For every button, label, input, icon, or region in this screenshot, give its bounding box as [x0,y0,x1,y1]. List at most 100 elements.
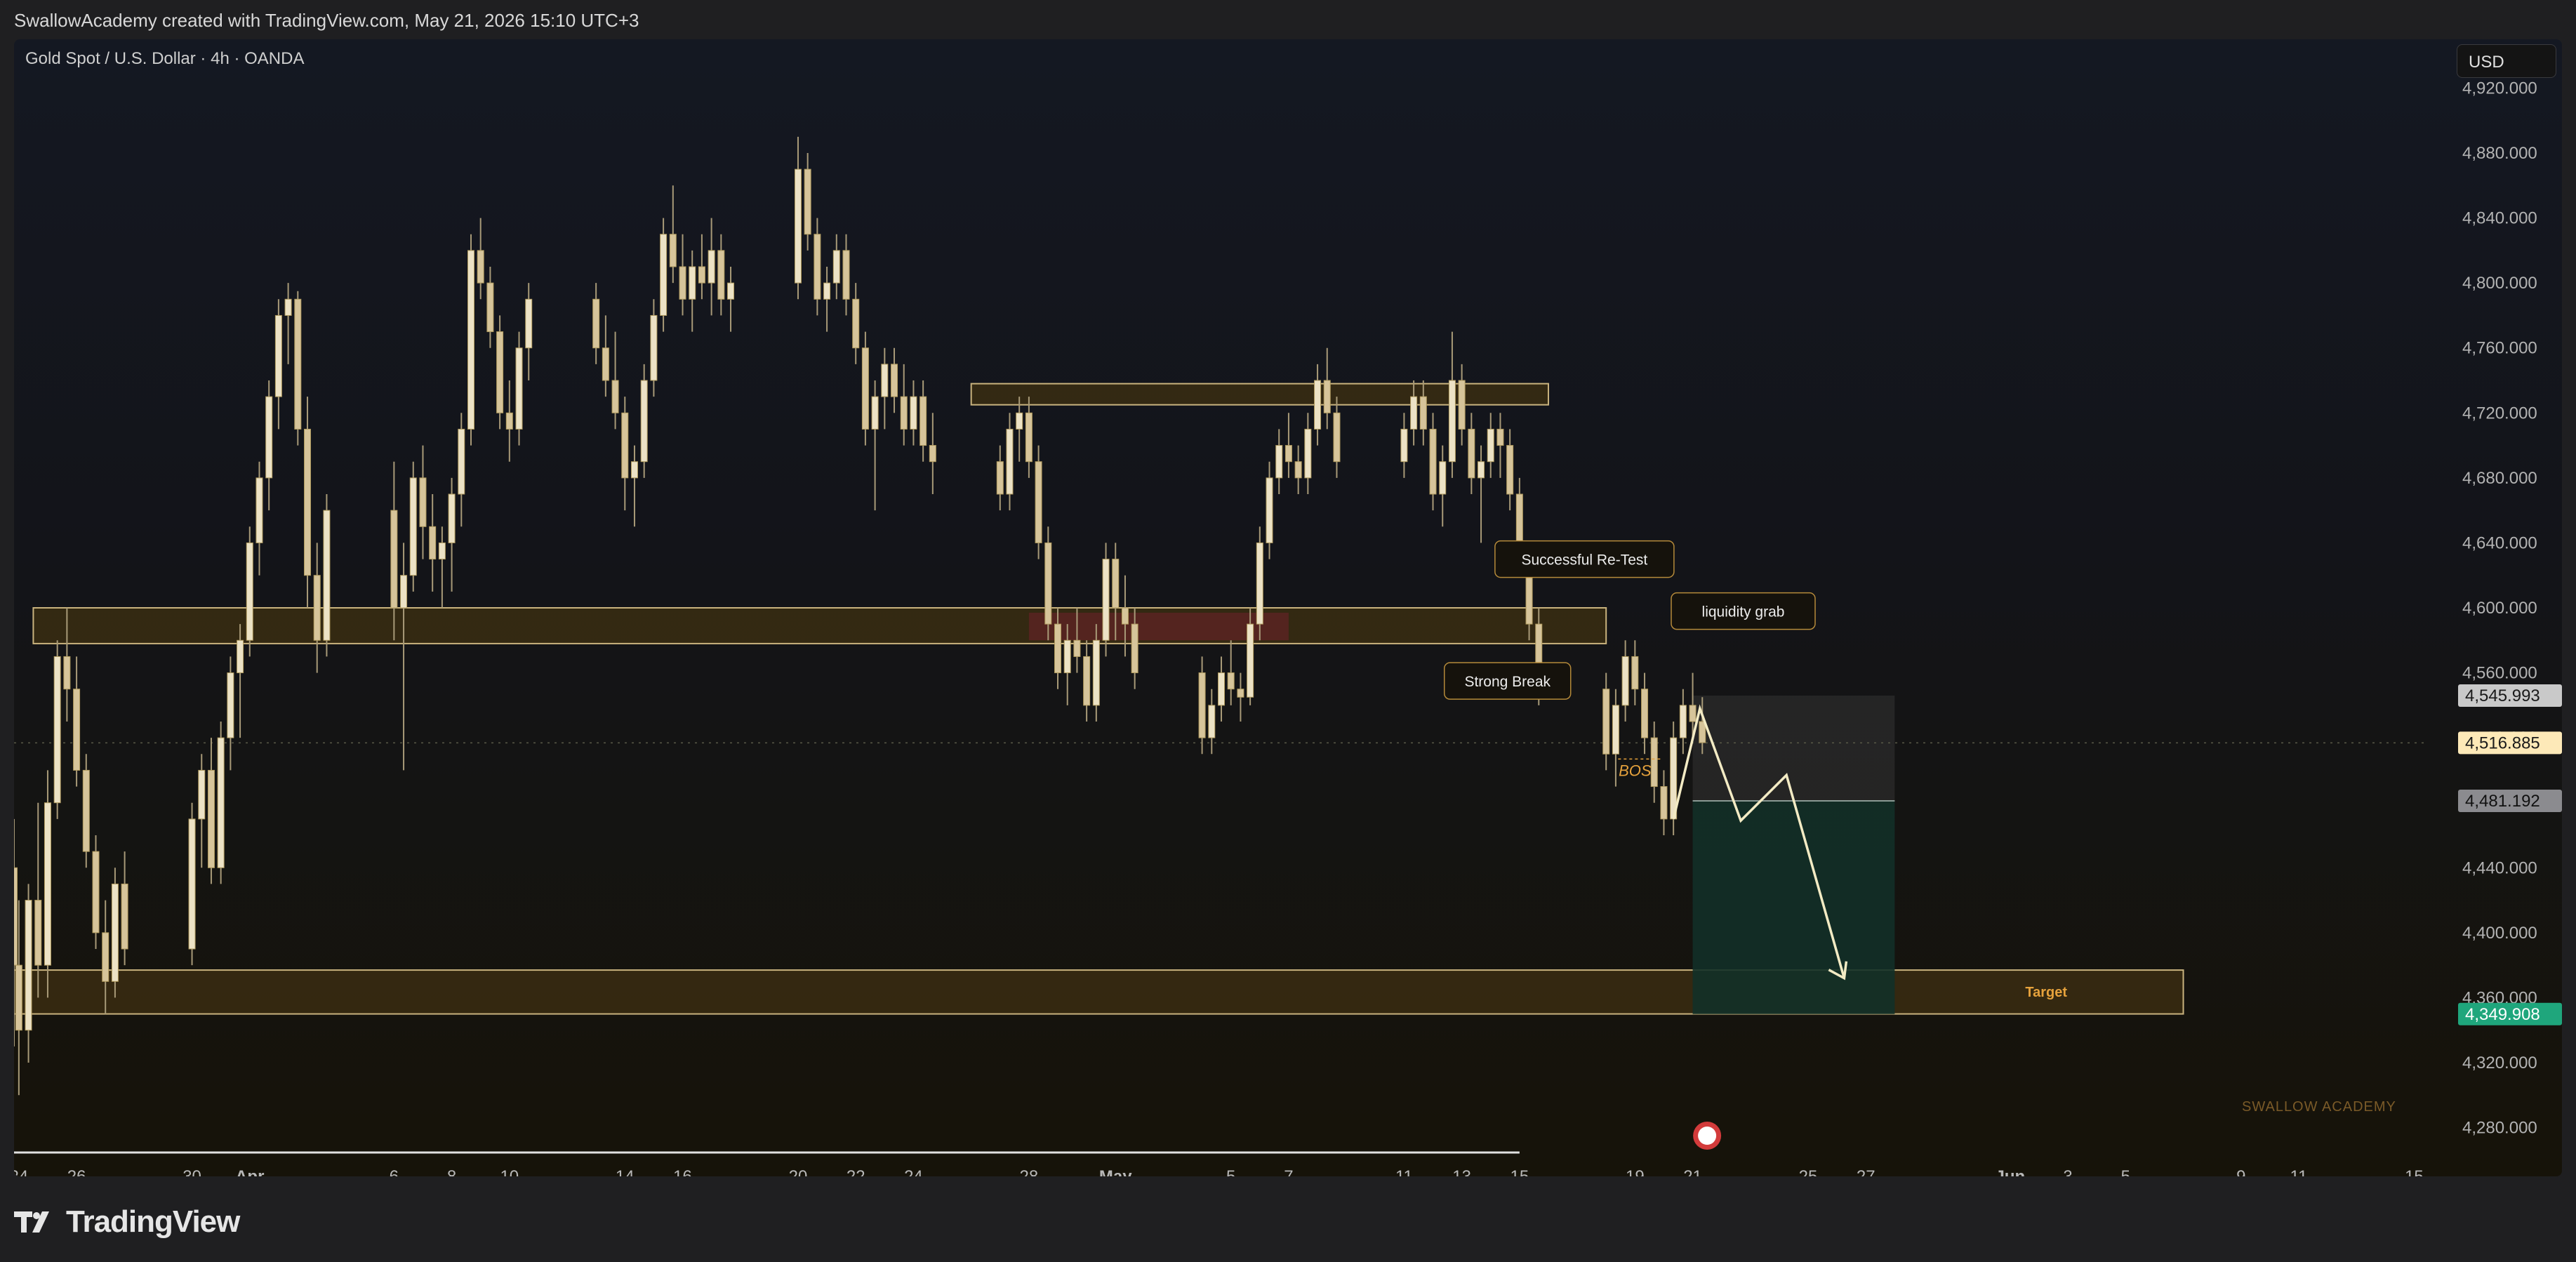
tradingview-brand: TradingView [66,1204,240,1239]
candle-body [1641,689,1649,738]
y-tick-label: 4,920.000 [2462,79,2537,98]
us-flag-icon-inner [1698,1127,1717,1145]
candle-body [1102,559,1110,641]
candle-body [1468,428,1475,479]
y-tick-label: 4,880.000 [2462,144,2537,163]
candle-body [871,396,879,430]
candle-body [861,347,869,430]
candle-body [188,818,196,950]
candle-body [1612,705,1619,755]
candle-body [227,672,234,738]
x-tick-label: 26 [67,1167,86,1176]
symbol-title[interactable]: Gold Spot / U.S. Dollar · 4h · OANDA [25,49,304,69]
attribution-bar: SwallowAcademy created with TradingView.… [0,0,2576,39]
candle-body [217,737,225,868]
tradingview-logo[interactable]: TradingView [14,1204,240,1240]
candle-body [1266,477,1273,543]
x-tick-label: 28 [1020,1167,1039,1176]
candle-body [467,250,474,430]
x-tick-label: 24 [904,1167,923,1176]
x-tick-label: 13 [1452,1167,1471,1176]
candle-body [207,769,215,868]
candle-body [486,282,494,333]
candle-body [669,234,677,267]
candle-body [814,234,821,300]
candle-body [689,266,696,300]
candle-body [390,510,398,609]
candle-body [1689,705,1697,722]
currency-button[interactable]: USD [2457,44,2556,78]
candle-body [1083,656,1091,706]
watermark: SWALLOW ACADEMY [2242,1099,2396,1115]
candle-body [900,396,908,430]
candle-body [602,347,609,381]
x-tick-label: 15 [2405,1167,2424,1176]
candle-body [1419,396,1427,430]
y-tick-label: 4,680.000 [2462,469,2537,488]
middle-zone [32,607,1607,644]
candle-body [1439,461,1447,495]
candle-body [1198,672,1206,738]
candle-body [294,298,302,430]
footer-bar: TradingView [0,1176,2576,1262]
price-label: 4,545.993 [2465,686,2540,705]
candle-body [1487,428,1494,463]
x-tick-label: 5 [2121,1167,2130,1176]
candle-body [1063,639,1071,674]
y-tick-label: 4,760.000 [2462,339,2537,358]
candle-body [996,461,1004,495]
candle-body [881,364,889,397]
x-tick-label: Jun [1995,1167,2025,1176]
candle-body [323,510,331,641]
chart-panel[interactable]: Successful Re-Test Strong Break liquidity … [14,39,2562,1176]
candle-body [92,851,100,934]
price-chart[interactable]: Successful Re-Test Strong Break liquidity … [14,39,2562,1176]
candle-body [1400,428,1408,463]
candle-body [477,250,484,284]
x-tick-label: 6 [390,1167,399,1176]
x-tick-label: 20 [789,1167,808,1176]
candle-body [1025,412,1033,463]
candle-body [438,542,446,560]
candle-body [1092,639,1100,706]
x-tick-label: 3 [2063,1167,2072,1176]
x-tick-label: 30 [182,1167,201,1176]
price-label: 4,481.192 [2465,792,2540,811]
candle-body [515,347,523,430]
y-tick-label: 4,560.000 [2462,664,2537,683]
annotation-target: Target [2025,985,2067,1000]
candle-body [1294,461,1302,479]
candle-body [284,298,292,316]
tradingview-logo-icon [14,1211,49,1233]
candle-body [804,168,811,235]
candle-body [919,396,927,446]
candle-body [14,867,18,966]
candle-body [121,883,128,950]
x-tick-label: 5 [1226,1167,1235,1176]
y-tick-label: 4,640.000 [2462,533,2537,552]
candle-body [929,445,936,463]
candle-body [621,412,629,479]
candle-body [708,250,715,284]
candle-body [102,932,109,982]
price-label: 4,516.885 [2465,733,2540,752]
stop-loss-zone [1692,695,1895,801]
candle-body [1478,461,1485,479]
candle-body [409,477,417,576]
candle-body [611,380,619,413]
x-tick-label: 7 [1284,1167,1293,1176]
x-tick-label: 10 [500,1167,519,1176]
candle-body [1044,542,1052,625]
candle-body [1006,428,1014,495]
candle-body [794,168,802,284]
candle-body [1333,412,1341,463]
y-tick-label: 4,280.000 [2462,1119,2537,1138]
candle-body [1218,672,1225,706]
candle-body [1112,559,1120,609]
candle-body [111,883,119,982]
candle-body [1121,607,1129,625]
candle-body [1650,737,1658,788]
candle-body [1131,623,1138,674]
x-tick-label: 27 [1857,1167,1875,1176]
candle-body [842,250,850,300]
